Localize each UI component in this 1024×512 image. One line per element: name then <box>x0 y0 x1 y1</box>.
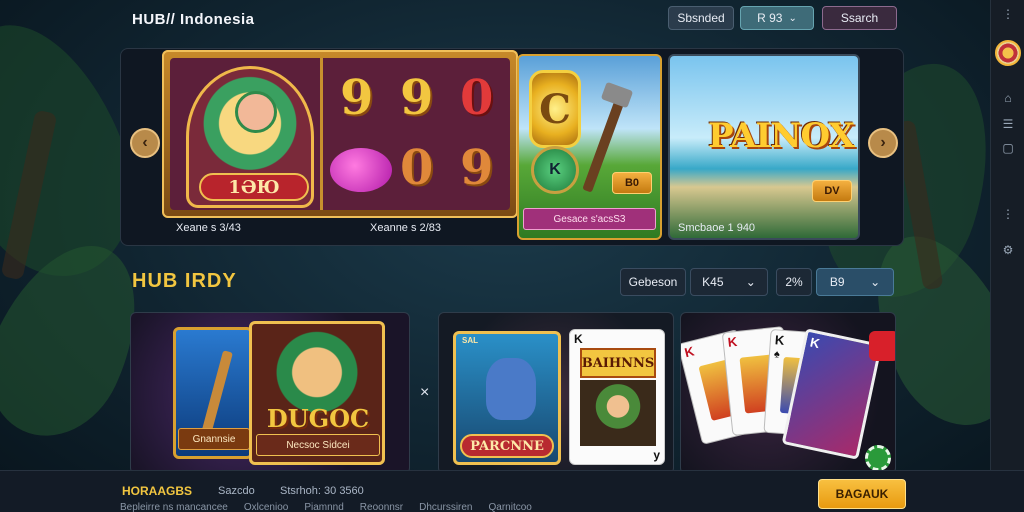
section-title: HUB IRDY <box>132 270 237 292</box>
reel-symbol: 0 <box>400 140 434 196</box>
filter-percent[interactable]: 2% <box>776 268 812 296</box>
game-card: K BAIHNNS y <box>569 329 665 465</box>
wand-icon <box>201 350 233 436</box>
footer-link[interactable]: Oxlcenioo <box>244 502 288 512</box>
bet-badge[interactable]: B0 <box>612 172 652 194</box>
game-card-coin[interactable]: C K B0 Gesace s'acsS3 <box>517 54 662 240</box>
filter-select[interactable]: B9 ⌄ <box>816 268 894 296</box>
header-balance-select[interactable]: R 93 ⌄ <box>740 6 814 30</box>
footer-link[interactable]: Reoonnsr <box>360 502 403 512</box>
wolf-icon <box>486 358 536 420</box>
close-icon[interactable]: × <box>420 384 429 402</box>
search-button[interactable]: Ssarch <box>822 6 897 30</box>
game-title: PAINOX <box>708 116 855 156</box>
filter-select-label: B9 <box>829 275 845 289</box>
reel-symbol: 0 <box>460 70 494 126</box>
reel-symbol: 9 <box>340 70 374 126</box>
characters-icon <box>580 380 656 446</box>
filter-select[interactable]: K45 ⌄ <box>690 268 768 296</box>
top-bar: HUB// Indonesia Sbsnded R 93 ⌄ Ssarch <box>0 0 990 40</box>
user-avatar[interactable] <box>991 36 1024 70</box>
game-card-label: Gnannsie <box>178 428 250 450</box>
game-card-painox[interactable]: PAINOX DV <box>668 54 860 240</box>
footer-link[interactable]: Bepleirre ns mancancee <box>120 502 228 512</box>
game-title: PARCNNE <box>460 434 554 458</box>
header-button-left[interactable]: Sbsnded <box>668 6 734 30</box>
game-tile[interactable]: K K K ♠ K <box>680 312 896 474</box>
filter-button[interactable]: Gebeson <box>620 268 686 296</box>
footer-text: Stsrhoh: 30 3560 <box>280 485 364 497</box>
avatar-icon <box>995 40 1021 66</box>
game-caption: Smcbaoe 1 940 <box>678 222 756 234</box>
chevron-down-icon: ⌄ <box>870 275 881 289</box>
menu-dots-icon[interactable]: ⋮ <box>991 0 1024 28</box>
window-icon[interactable]: ▢ <box>991 134 1024 162</box>
bet-badge[interactable]: DV <box>812 180 852 202</box>
game-card: SAL PARCNNE <box>453 331 561 465</box>
slot-reels: 1ƏЮ 9 9 0 0 9 <box>170 58 510 210</box>
footer-bar: HORAAGBS Sazcdo Stsrhoh: 30 3560 Bepleir… <box>0 470 1024 512</box>
reel-symbol: 9 <box>460 140 494 196</box>
game-tile[interactable]: Gnannsie DUGOC Necsoc Sidcei <box>130 312 410 474</box>
footer-text: Sazcdo <box>218 485 255 497</box>
card-corner: K <box>574 332 583 346</box>
card-badge: SAL <box>462 336 478 345</box>
footer-brand: HORAAGBS <box>122 484 193 498</box>
chevron-down-icon: ⌄ <box>745 275 756 289</box>
settings-icon[interactable]: ⚙ <box>991 236 1024 264</box>
chevron-down-icon: ⌄ <box>788 12 797 24</box>
character-icon <box>235 91 277 133</box>
game-card-label: Necsoc Sidcei <box>256 434 380 456</box>
home-icon[interactable]: ⌂ <box>991 84 1024 112</box>
slot-character-card: 1ƏЮ <box>186 66 314 208</box>
game-title: DUGOC <box>266 404 370 433</box>
carousel-prev-button[interactable]: ‹ <box>130 128 160 158</box>
game-card: DUGOC Necsoc Sidcei <box>249 321 385 465</box>
game-title: BAIHNNS <box>580 348 656 378</box>
slot-caption-left: Xeane s 3/43 <box>176 222 241 234</box>
slot-character-label: 1ƏЮ <box>199 173 309 201</box>
game-tile[interactable]: SAL PARCNNE K BAIHNNS y <box>438 312 674 474</box>
right-sidebar: ⋮ ⌂ ☰ ▢ ⋮ ⚙ <box>990 0 1024 470</box>
filter-select-label: K45 <box>702 275 724 289</box>
footer-link[interactable]: Dhcurssiren <box>419 502 472 512</box>
footer-link[interactable]: Qarnitcoo <box>489 502 532 512</box>
menu-dots-icon[interactable]: ⋮ <box>991 200 1024 228</box>
footer-links: Bepleirre ns mancancee Oxlcenioo Piamnnd… <box>120 501 680 512</box>
coin-icon: C <box>529 70 581 148</box>
cta-button[interactable]: BAGAUK <box>818 479 906 509</box>
featured-slot-game[interactable]: 1ƏЮ 9 9 0 0 9 <box>162 50 518 218</box>
footer-link[interactable]: Piamnnd <box>304 502 343 512</box>
slot-caption-right: Xeanne s 2/83 <box>370 222 441 234</box>
header-balance-label: R 93 <box>757 11 783 25</box>
swirl-symbol-icon <box>330 148 392 192</box>
game-card: Gnannsie <box>173 327 253 459</box>
card-corner: y <box>653 448 660 462</box>
chip-icon <box>865 445 891 471</box>
carousel-next-button[interactable]: › <box>868 128 898 158</box>
reel-symbol: 9 <box>400 70 434 126</box>
dice-icon <box>869 331 895 361</box>
game-card-label: Gesace s'acsS3 <box>523 208 656 230</box>
spade-icon: ♠ <box>773 348 781 361</box>
coin-icon: K <box>531 146 579 194</box>
site-logo[interactable]: HUB// Indonesia <box>132 11 255 28</box>
